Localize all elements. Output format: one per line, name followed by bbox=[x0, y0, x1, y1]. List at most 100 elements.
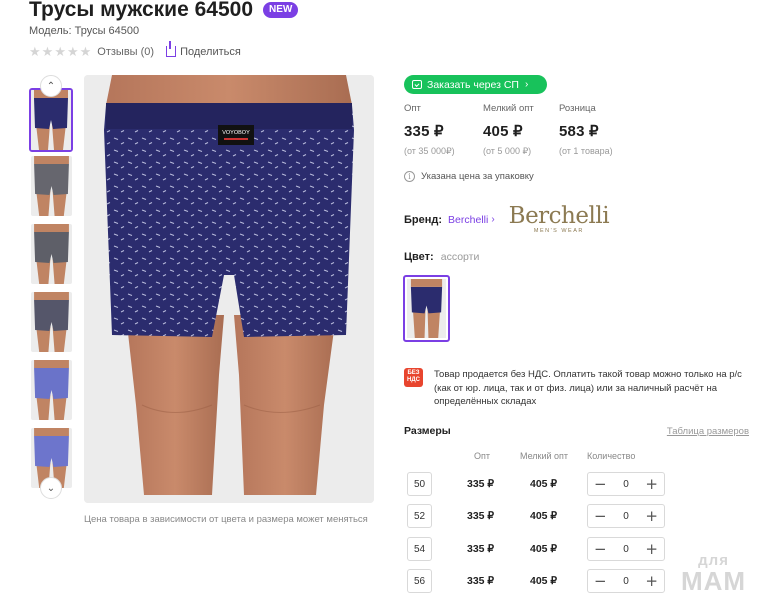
size-row: 52 335 ₽ 405 ₽ − 0 + bbox=[407, 504, 677, 528]
brand-link[interactable]: Berchelli bbox=[448, 214, 488, 226]
row-price-opt: 335 ₽ bbox=[467, 478, 495, 490]
swatch-image bbox=[407, 279, 446, 338]
vat-icon-line2: НДС bbox=[407, 377, 420, 383]
quantity-input[interactable]: 0 bbox=[623, 511, 629, 522]
star-icon: ★ bbox=[29, 44, 41, 59]
gallery-thumbnail[interactable] bbox=[31, 224, 72, 284]
thumbnail-image bbox=[31, 224, 72, 284]
pack-note-text: Указана цена за упаковку bbox=[421, 171, 534, 182]
watermark: для МАМ bbox=[681, 553, 746, 594]
price-value: 583 ₽ bbox=[559, 123, 599, 140]
minus-button[interactable]: − bbox=[594, 476, 607, 492]
reviews-link[interactable]: Отзывы (0) bbox=[97, 46, 154, 58]
gallery-thumbnail[interactable] bbox=[31, 156, 72, 216]
brand-label: Бренд: bbox=[404, 213, 443, 226]
price-small-wholesale: Мелкий опт 405 ₽ (от 5 000 ₽) bbox=[483, 103, 563, 157]
plus-button[interactable]: + bbox=[645, 508, 658, 524]
share-button[interactable]: Поделиться bbox=[166, 41, 241, 58]
plus-button[interactable]: + bbox=[645, 476, 658, 492]
order-button-label: Заказать через СП bbox=[427, 78, 519, 91]
color-value: ассорти bbox=[440, 251, 480, 263]
size-label: 54 bbox=[407, 537, 432, 561]
thumbnail-image bbox=[31, 90, 71, 150]
product-photo: VOYOBOY bbox=[84, 75, 374, 503]
minus-button[interactable]: − bbox=[594, 573, 607, 589]
size-row: 54 335 ₽ 405 ₽ − 0 + bbox=[407, 537, 677, 561]
thumbnail-image bbox=[31, 292, 72, 352]
color-swatch-selected[interactable] bbox=[403, 275, 450, 342]
sizes-header: Размеры Таблица размеров bbox=[404, 425, 749, 437]
star-icon: ★ bbox=[54, 44, 66, 59]
price-condition: (от 5 000 ₽) bbox=[483, 146, 532, 156]
minus-button[interactable]: − bbox=[594, 541, 607, 557]
vat-notice: БЕЗ НДС Товар продается без НДС. Оплатит… bbox=[404, 368, 749, 409]
chevron-right-icon: › bbox=[524, 79, 529, 90]
thumbnail-image bbox=[31, 360, 72, 420]
watermark-line2: МАМ bbox=[681, 566, 747, 596]
brand-row: Бренд: Berchelli › Berchelli MEN'S WEAR bbox=[404, 203, 610, 235]
price-retail: Розница 583 ₽ (от 1 товара) bbox=[559, 103, 639, 156]
chevron-right-icon: › bbox=[491, 214, 495, 225]
main-product-image[interactable]: VOYOBOY bbox=[84, 75, 374, 503]
gallery-thumbnail[interactable] bbox=[29, 88, 73, 152]
chevron-down-icon: ⌄ bbox=[46, 482, 56, 494]
price-variation-note: Цена товара в зависимости от цвета и раз… bbox=[84, 514, 368, 525]
col-header-small-opt: Мелкий опт bbox=[520, 451, 569, 461]
color-row: Цвет: ассорти bbox=[404, 251, 479, 263]
size-label: 50 bbox=[407, 472, 432, 496]
thumbnail-image bbox=[31, 156, 72, 216]
price-condition: (от 35 000₽) bbox=[404, 146, 455, 156]
brand-logo[interactable]: Berchelli MEN'S WEAR bbox=[508, 203, 610, 235]
price-condition: (от 1 товара) bbox=[559, 146, 613, 156]
share-icon bbox=[166, 41, 177, 57]
quantity-stepper: − 0 + bbox=[587, 504, 665, 528]
price-wholesale: Опт 335 ₽ (от 35 000₽) bbox=[404, 103, 484, 157]
new-badge: NEW bbox=[263, 2, 299, 18]
size-label: 56 bbox=[407, 569, 432, 593]
price-value: 405 ₽ bbox=[483, 123, 523, 140]
col-header-qty: Количество bbox=[587, 451, 636, 461]
price-label: Розница bbox=[559, 103, 596, 114]
size-chart-link[interactable]: Таблица размеров bbox=[667, 426, 749, 437]
cart-icon bbox=[412, 80, 422, 89]
col-header-opt: Опт bbox=[474, 451, 490, 461]
row-price-small-opt: 405 ₽ bbox=[530, 543, 558, 555]
row-price-opt: 335 ₽ bbox=[467, 575, 495, 587]
size-row: 56 335 ₽ 405 ₽ − 0 + bbox=[407, 569, 677, 593]
no-vat-icon: БЕЗ НДС bbox=[404, 368, 423, 387]
share-label: Поделиться bbox=[180, 45, 241, 58]
size-row: 50 335 ₽ 405 ₽ − 0 + bbox=[407, 472, 677, 496]
thumbs-down-arrow[interactable]: ⌄ bbox=[40, 477, 62, 499]
chevron-up-icon: ⌃ bbox=[46, 80, 56, 92]
quantity-input[interactable]: 0 bbox=[623, 479, 629, 490]
vat-text: Товар продается без НДС. Оплатить такой … bbox=[434, 369, 742, 407]
price-label: Опт bbox=[404, 103, 421, 114]
thumbs-up-arrow[interactable]: ⌃ bbox=[40, 75, 62, 97]
plus-button[interactable]: + bbox=[645, 541, 658, 557]
gallery-thumbnail[interactable] bbox=[31, 292, 72, 352]
minus-button[interactable]: − bbox=[594, 508, 607, 524]
price-value: 335 ₽ bbox=[404, 123, 444, 140]
rating-stars[interactable]: ★ ★ ★ ★ ★ bbox=[29, 45, 91, 58]
brand-logo-name: Berchelli bbox=[508, 203, 610, 229]
gallery-thumbnail[interactable] bbox=[31, 360, 72, 420]
product-title: Трусы мужские 64500 bbox=[29, 0, 253, 21]
quantity-stepper: − 0 + bbox=[587, 537, 665, 561]
quantity-input[interactable]: 0 bbox=[623, 576, 629, 587]
star-icon: ★ bbox=[41, 44, 54, 59]
row-price-small-opt: 405 ₽ bbox=[530, 478, 558, 490]
brand-tag-label: VOYOBOY bbox=[222, 130, 250, 136]
quantity-stepper: − 0 + bbox=[587, 569, 665, 593]
row-price-opt: 335 ₽ bbox=[467, 543, 495, 555]
quantity-stepper: − 0 + bbox=[587, 472, 665, 496]
plus-button[interactable]: + bbox=[645, 573, 658, 589]
info-icon: i bbox=[404, 171, 415, 182]
quantity-input[interactable]: 0 bbox=[623, 544, 629, 555]
row-price-small-opt: 405 ₽ bbox=[530, 575, 558, 587]
vat-icon-line1: БЕЗ bbox=[407, 370, 420, 376]
order-via-sp-button[interactable]: Заказать через СП › bbox=[404, 75, 547, 94]
row-price-opt: 335 ₽ bbox=[467, 510, 495, 522]
product-model: Модель: Трусы 64500 bbox=[29, 25, 140, 37]
rating-row: ★ ★ ★ ★ ★ Отзывы (0) Поделиться bbox=[29, 41, 241, 58]
sizes-title: Размеры bbox=[404, 425, 451, 437]
